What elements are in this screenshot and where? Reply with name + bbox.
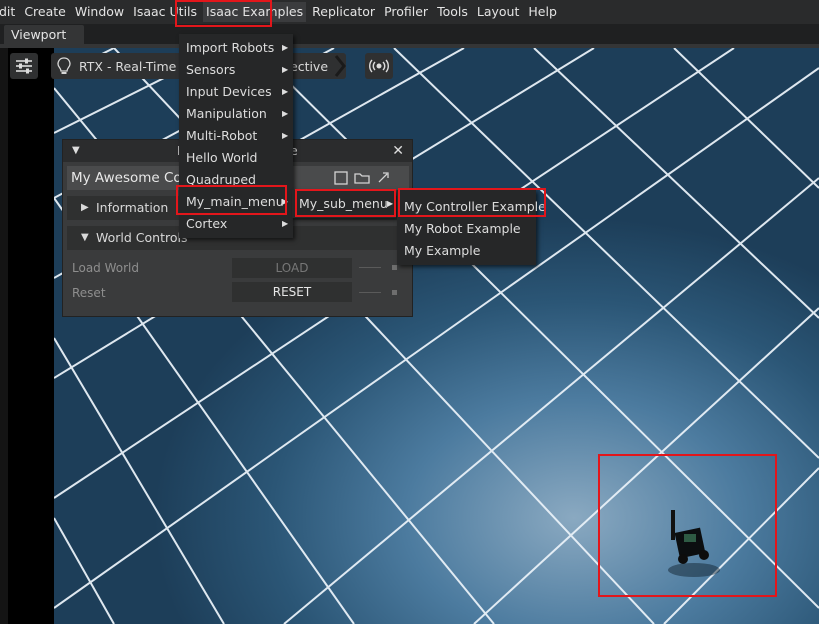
world-controls-label: World Controls (96, 230, 188, 245)
camera-label: ective (290, 58, 329, 74)
load-status-indicator (392, 265, 397, 270)
submenu-arrow-icon: ▶ (282, 109, 289, 118)
robot[interactable] (668, 510, 720, 577)
isaac-examples-dropdown: Import Robots ▶ Sensors ▶ Input Devices … (179, 34, 293, 238)
sliders-icon (16, 58, 32, 74)
load-status-line (359, 267, 381, 268)
menu-item-my-robot-example[interactable]: My Robot Example (404, 221, 521, 236)
menu-item-my-controller-example[interactable]: My Controller Example (404, 199, 546, 214)
menu-item-hello-world[interactable]: Hello World (186, 150, 257, 165)
menu-layout[interactable]: Layout (474, 2, 523, 22)
submenu-arrow-icon: ▶ (282, 43, 289, 52)
menu-window[interactable]: Window (72, 2, 127, 22)
menu-item-my-example[interactable]: My Example (404, 243, 480, 258)
submenu-arrow-icon: ▶ (282, 87, 289, 96)
extension-header-label: My Awesome Co (71, 170, 182, 186)
menu-item-quadruped[interactable]: Quadruped (186, 172, 256, 187)
menu-edit[interactable]: dit (0, 2, 18, 22)
menu-isaac-examples[interactable]: Isaac Examples (203, 2, 307, 22)
left-panel (0, 48, 54, 624)
my-main-menu-dropdown: My_sub_menu ▶ (292, 190, 396, 218)
menu-replicator[interactable]: Replicator (309, 2, 378, 22)
collapse-arrow-icon: ▼ (81, 232, 89, 243)
submenu-arrow-icon: ▶ (282, 131, 289, 140)
collapse-triangle-icon[interactable]: ▼ (72, 140, 80, 162)
my-sub-menu-dropdown: My Controller Example My Robot Example M… (397, 190, 546, 265)
link-icon (378, 172, 389, 183)
renderer-button[interactable]: RTX - Real-Time (51, 53, 182, 79)
menu-item-my-sub-menu[interactable]: My_sub_menu (299, 196, 388, 211)
broadcast-button[interactable] (365, 53, 393, 79)
viewport-settings-button[interactable] (10, 53, 38, 79)
reset-status-line (359, 292, 381, 293)
reset-status-indicator (392, 290, 397, 295)
menu-item-my-main-menu[interactable]: My_main_menu (186, 194, 284, 209)
load-world-label: Load World (72, 261, 139, 275)
submenu-arrow-icon: ▶ (387, 199, 394, 208)
menu-help[interactable]: Help (525, 2, 560, 22)
submenu-arrow-icon: ▶ (282, 197, 289, 206)
menu-item-sensors[interactable]: Sensors (186, 62, 235, 77)
menu-bar: dit Create Window Isaac Utils Isaac Exam… (0, 0, 819, 24)
broadcast-icon (369, 59, 389, 73)
reset-button[interactable]: RESET (232, 282, 352, 302)
submenu-arrow-icon: ▶ (282, 219, 289, 228)
tab-viewport[interactable]: Viewport (4, 25, 84, 44)
reset-label: Reset (72, 286, 106, 300)
viewport[interactable] (54, 48, 819, 624)
submenu-arrow-icon: ▶ (282, 65, 289, 74)
isaac-sim-window: dit Create Window Isaac Utils Isaac Exam… (0, 0, 819, 624)
close-icon[interactable]: ✕ (392, 140, 404, 162)
chevron-right-icon (334, 55, 346, 77)
tab-bar: Viewport (0, 24, 819, 44)
information-label: Information (96, 200, 169, 215)
menu-tools[interactable]: Tools (434, 2, 471, 22)
load-button[interactable]: LOAD (232, 258, 352, 278)
menu-item-input-devices[interactable]: Input Devices (186, 84, 272, 99)
menu-item-manipulation[interactable]: Manipulation (186, 106, 267, 121)
menu-create[interactable]: Create (21, 2, 69, 22)
lightbulb-icon (57, 57, 71, 74)
folder-icon (354, 173, 370, 184)
menu-item-import-robots[interactable]: Import Robots (186, 40, 274, 55)
menu-item-cortex[interactable]: Cortex (186, 216, 227, 231)
menu-profiler[interactable]: Profiler (381, 2, 431, 22)
menu-item-multi-robot[interactable]: Multi-Robot (186, 128, 257, 143)
renderer-label: RTX - Real-Time (79, 58, 177, 74)
menu-isaac-utils[interactable]: Isaac Utils (130, 2, 200, 22)
floor-grid (54, 48, 819, 624)
header-icons (334, 171, 389, 185)
edit-icon (334, 171, 348, 185)
expand-arrow-icon: ▶ (81, 202, 89, 213)
